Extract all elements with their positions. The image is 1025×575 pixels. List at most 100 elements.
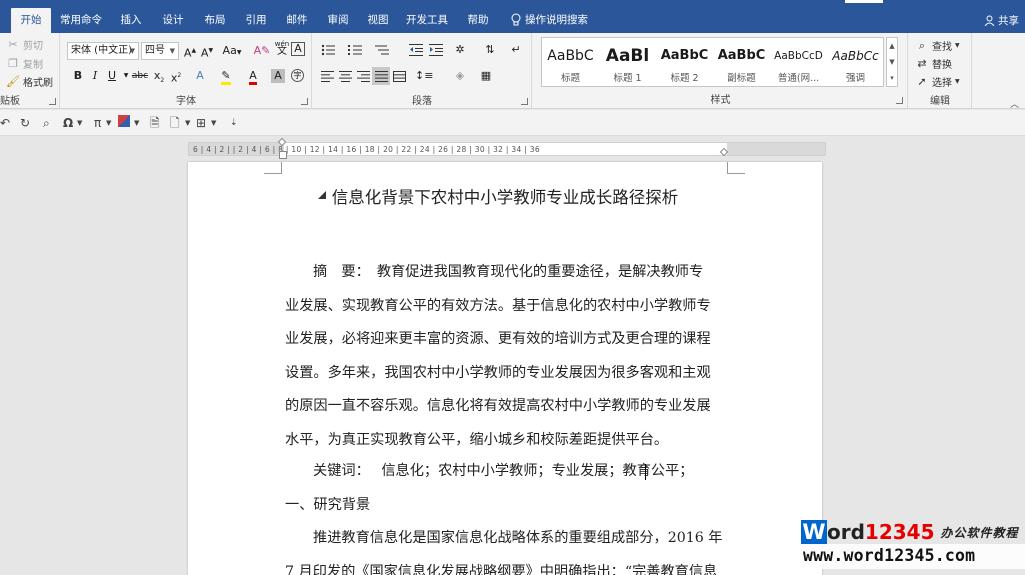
document-icon[interactable]: 🗎 (150, 115, 160, 131)
document-page[interactable]: 信息化背景下农村中小学教师专业成长路径探析 摘 要： 教育促进我国教育现代化的重… (188, 162, 822, 575)
tab-references[interactable]: 引用 (238, 8, 274, 33)
abstract-paragraph: 摘 要： 教育促进我国教育现代化的重要途径，是解决教师专 业发展、实现教育公平的… (285, 256, 727, 457)
watermark-brand: W ord 12345 办公软件教程 (801, 520, 1019, 544)
style-heading-2[interactable]: AaBbC 标题 2 (656, 38, 713, 88)
clipboard-launcher-icon[interactable] (49, 98, 56, 105)
clear-formatting-icon[interactable]: A✎ (253, 42, 271, 60)
style-name: 副标题 (727, 73, 756, 84)
align-center-icon[interactable] (339, 71, 352, 82)
tab-mailings[interactable]: 邮件 (279, 8, 315, 33)
bullets-icon[interactable] (321, 44, 335, 56)
style-name: 普通(网... (777, 73, 820, 84)
copy-button[interactable]: ❐ 复制 (6, 56, 43, 72)
abstract-line: 设置。多年来，我国农村中小学教师的专业发展因为很多客观和主观 (285, 364, 711, 381)
italic-icon[interactable]: I (86, 67, 104, 85)
title-bar-control[interactable] (845, 0, 883, 3)
borders-icon[interactable]: ▦ (477, 67, 495, 85)
tab-insert[interactable]: 插入 (113, 8, 149, 33)
line-spacing-icon[interactable]: ↕≡ (415, 67, 433, 85)
align-left-icon[interactable] (321, 71, 334, 82)
grow-font-icon[interactable]: A▲ (181, 42, 199, 60)
more-styles-icon[interactable]: ▾ (887, 70, 897, 86)
watermark-tag: 办公软件教程 (940, 525, 1019, 540)
tab-home[interactable]: 开始 (11, 8, 51, 33)
tab-layout[interactable]: 布局 (197, 8, 233, 33)
chinese-layout-icon[interactable]: ✲ (451, 41, 469, 59)
multilevel-list-icon[interactable] (375, 44, 389, 56)
enclose-characters-icon[interactable]: A (291, 42, 305, 56)
chevron-down-icon[interactable]: ▼ (185, 115, 190, 131)
quick-access-toolbar: ↶ ↻ ⌕ Ω ▼ π ▼ ▼ 🗎 🗋 ▼ ⊞ ▼ ⇣ (0, 110, 1025, 136)
tab-developer[interactable]: 开发工具 (401, 8, 453, 33)
font-color-icon[interactable]: A (244, 67, 262, 85)
decrease-indent-icon[interactable] (409, 44, 423, 56)
tab-view[interactable]: 视图 (360, 8, 396, 33)
watermark-w: W (801, 520, 827, 544)
share-button[interactable]: 共享 (984, 8, 1019, 33)
superscript-icon[interactable]: x2 (167, 67, 185, 85)
character-shading-icon[interactable]: A (271, 69, 285, 83)
increase-indent-icon[interactable] (429, 44, 443, 56)
subscript-icon[interactable]: x2 (150, 67, 168, 85)
font-launcher-icon[interactable] (301, 98, 308, 105)
chevron-down-icon[interactable]: ▼ (211, 115, 216, 131)
align-right-icon[interactable] (357, 71, 370, 82)
font-group-label: 字体 (176, 96, 196, 107)
paragraph-launcher-icon[interactable] (521, 98, 528, 105)
tab-help[interactable]: 帮助 (460, 8, 496, 33)
highlight-icon[interactable]: ✎ (217, 67, 235, 85)
cut-button[interactable]: ✂ 剪切 (6, 37, 43, 53)
format-painter-button[interactable]: 🖌 格式刷 (6, 74, 53, 90)
justify-icon[interactable] (375, 71, 388, 82)
show-marks-icon[interactable]: ↵ (507, 41, 525, 59)
new-page-icon[interactable]: 🗋 (170, 115, 180, 131)
symbol-omega-icon[interactable]: Ω (63, 115, 73, 131)
collapse-ribbon-icon[interactable]: ︿ (1010, 97, 1019, 110)
equation-pi-icon[interactable]: π (94, 115, 101, 131)
style-emphasis[interactable]: AaBbCc 强调 (827, 38, 884, 88)
undo-icon[interactable]: ↶ (0, 115, 10, 131)
chevron-down-icon[interactable]: ▼ (887, 54, 897, 70)
sort-icon[interactable]: ⇅ (481, 41, 499, 59)
keywords-line: 关键词： 信息化；农村中小学教师；专业发展；教育公平； (313, 463, 694, 479)
numbering-icon[interactable] (348, 44, 362, 56)
strikethrough-icon[interactable]: abc (131, 67, 149, 85)
font-size-combo[interactable]: 四号 ▼ (141, 42, 179, 60)
tab-design[interactable]: 设计 (155, 8, 191, 33)
enclose-circle-icon[interactable]: 字 (291, 69, 304, 82)
bold-icon[interactable]: B (69, 67, 87, 85)
style-heading-1[interactable]: AaBl 标题 1 (599, 38, 656, 88)
left-indent-marker[interactable] (279, 151, 287, 159)
select-button[interactable]: ➚ 选择 ▼ (915, 74, 959, 90)
styles-scroll[interactable]: ▲ ▼ ▾ (886, 37, 898, 87)
format-painter-label: 格式刷 (23, 78, 53, 89)
font-name-combo[interactable]: 宋体 (中文正) ▼ (67, 42, 139, 60)
find-button[interactable]: ⌕ 查找 ▼ (915, 38, 960, 54)
color-picker-icon[interactable] (118, 115, 130, 131)
redo-icon[interactable]: ↻ (20, 115, 30, 131)
table-icon[interactable]: ⊞ (196, 115, 206, 131)
margin-corner-mark (727, 162, 745, 174)
tell-me-search[interactable]: 操作说明搜索 (525, 8, 595, 33)
text-effects-icon[interactable]: A (191, 67, 209, 85)
style-title[interactable]: AaBbC 标题 (542, 38, 599, 88)
customize-toolbar-icon[interactable]: ⇣ (230, 115, 238, 131)
find-label: 查找 (932, 42, 952, 53)
styles-launcher-icon[interactable] (896, 97, 903, 104)
distributed-icon[interactable] (393, 71, 406, 82)
chevron-down-icon[interactable]: ▼ (134, 115, 139, 131)
print-preview-icon[interactable]: ⌕ (43, 115, 50, 131)
chevron-down-icon[interactable]: ▼ (77, 115, 82, 131)
phonetic-guide-button[interactable]: wén 文 (273, 40, 291, 58)
change-case-button[interactable]: Aa▼ (219, 42, 245, 60)
chevron-down-icon[interactable]: ▼ (106, 115, 111, 131)
shading-icon[interactable]: ◈ (451, 67, 469, 85)
shrink-font-icon[interactable]: A▼ (198, 42, 216, 60)
tab-common-commands[interactable]: 常用命令 (56, 8, 106, 33)
abstract-line: 的原因一直不容乐观。信息化将有效提高农村中小学教师的专业发展 (285, 398, 711, 414)
tab-review[interactable]: 审阅 (320, 8, 356, 33)
style-subtitle[interactable]: AaBbC 副标题 (713, 38, 770, 88)
chevron-up-icon[interactable]: ▲ (887, 38, 897, 54)
style-normal-web[interactable]: AaBbCcD 普通(网... (770, 38, 827, 88)
replace-button[interactable]: ⇄ 替换 (915, 56, 952, 72)
